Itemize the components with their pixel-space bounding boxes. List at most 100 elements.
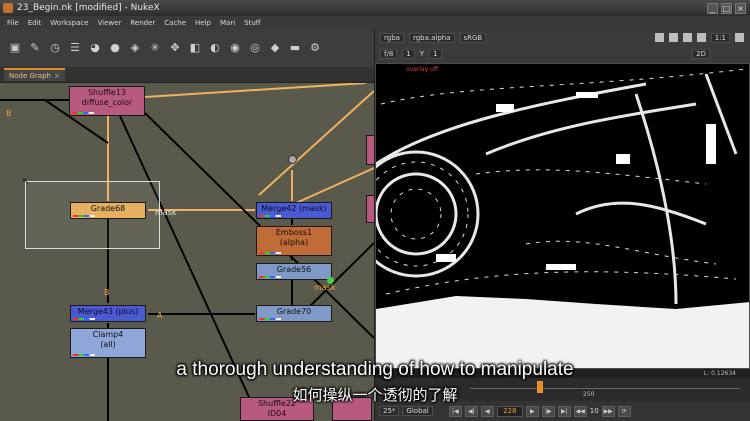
cube-icon[interactable]: ◧ xyxy=(188,41,202,55)
dot-node[interactable] xyxy=(288,155,297,164)
channel-stripe xyxy=(259,318,281,320)
wipe-icon[interactable] xyxy=(654,33,664,42)
channels-select[interactable]: rgba xyxy=(380,32,404,43)
channel-stripe xyxy=(259,276,281,278)
mask-label-2: mask xyxy=(314,283,336,292)
channel-stripe xyxy=(259,252,281,254)
menu-file[interactable]: File xyxy=(7,19,19,27)
next-key-icon[interactable]: |▶ xyxy=(541,405,555,417)
viewer-row-channels: rgba rgba.alpha sRGB 1:1 xyxy=(375,31,750,44)
a-input-label: A xyxy=(157,311,163,320)
viewer-canvas[interactable]: overlay off xyxy=(375,63,750,369)
node-grade70-title: Grade70 xyxy=(276,307,312,316)
node-emboss1-sub: (alpha) xyxy=(279,238,309,247)
rendered-image xyxy=(376,68,749,368)
node-clamp4-title: Clamp4 xyxy=(92,330,124,339)
first-frame-icon[interactable]: |◀ xyxy=(448,405,462,417)
node-clamp4-sub: (all) xyxy=(100,340,116,349)
view-mode-select[interactable]: 2D xyxy=(692,48,710,59)
y-field[interactable]: 1 xyxy=(429,48,442,59)
move-icon[interactable]: ✥ xyxy=(168,41,182,55)
fullscreen-icon[interactable] xyxy=(735,33,744,42)
viewer-header: rgba rgba.alpha sRGB 1:1 f/8 1 Y 1 2D xyxy=(375,29,750,63)
scope-select[interactable]: Global xyxy=(402,406,433,416)
loop-icon[interactable]: ⟳ xyxy=(617,405,631,417)
overlay-status: overlay off xyxy=(406,66,438,73)
colorspace-select[interactable]: sRGB xyxy=(459,32,487,43)
menu-viewer[interactable]: Viewer xyxy=(98,19,122,27)
brush-icon[interactable]: ✎ xyxy=(28,41,42,55)
current-frame-field[interactable]: 228 xyxy=(496,405,523,417)
nuke-logo-icon xyxy=(3,3,13,13)
play-forward-icon[interactable]: ▶ xyxy=(525,405,539,417)
subtitle-chinese: 如何操纵一个透彻的了解 xyxy=(292,386,458,404)
tab-node-graph-label: Node Graph xyxy=(9,71,51,80)
node-offscreen-1[interactable] xyxy=(366,135,374,165)
minimize-button[interactable]: _ xyxy=(707,2,718,14)
menu-cache[interactable]: Cache xyxy=(164,19,186,27)
node-grade56[interactable]: Grade56 xyxy=(256,263,332,280)
palette-icon[interactable]: ◕ xyxy=(88,41,102,55)
alpha-select[interactable]: rgba.alpha xyxy=(408,32,455,43)
node-grade68[interactable]: Grade68 xyxy=(70,202,146,219)
menu-workspace[interactable]: Workspace xyxy=(50,19,88,27)
tag-icon[interactable]: ◆ xyxy=(268,41,282,55)
star-burst-icon[interactable]: ✳ xyxy=(148,41,162,55)
play-back-icon[interactable]: ◀ xyxy=(480,405,494,417)
node-grade56-title: Grade56 xyxy=(276,265,312,274)
close-button[interactable]: × xyxy=(735,2,746,14)
node-shuffle13[interactable]: Shuffle13 diffuse_color xyxy=(69,86,145,116)
eye-icon[interactable]: ◎ xyxy=(248,41,262,55)
folder-icon[interactable]: ▬ xyxy=(288,41,302,55)
channel-stripe xyxy=(73,318,95,320)
menu-edit[interactable]: Edit xyxy=(28,19,42,27)
maximize-button[interactable]: □ xyxy=(721,2,732,14)
circle-icon[interactable]: ● xyxy=(108,41,122,55)
layers-icon[interactable]: ◈ xyxy=(128,41,142,55)
node-clamp4[interactable]: Clamp4 (all) xyxy=(70,328,146,358)
menu-mari[interactable]: Mari xyxy=(220,19,235,27)
menu-help[interactable]: Help xyxy=(195,19,211,27)
mouse-cursor-icon: ↖ xyxy=(22,177,30,187)
pointer-icon[interactable]: ▣ xyxy=(8,41,22,55)
frame-field[interactable]: 1 xyxy=(402,48,415,59)
prev-key-icon[interactable]: ◀| xyxy=(464,405,478,417)
stack-icon[interactable]: ☰ xyxy=(68,41,82,55)
node-merge42[interactable]: Merge42 (mask) xyxy=(256,202,332,219)
node-merge43[interactable]: Merge43 (plus) xyxy=(70,305,146,322)
zoom-select[interactable]: 1:1 xyxy=(710,32,730,43)
close-tab-icon[interactable]: × xyxy=(54,72,60,80)
refresh-icon[interactable] xyxy=(682,33,692,42)
fps-select[interactable]: 25* xyxy=(379,406,400,416)
step-field[interactable]: 10 xyxy=(590,407,599,415)
menu-bar: File Edit Workspace Viewer Render Cache … xyxy=(0,16,750,29)
channel-stripe xyxy=(72,112,94,114)
gear-icon[interactable]: ⚙ xyxy=(308,41,322,55)
node-shuffle13-sub: diffuse_color xyxy=(81,98,133,107)
node-offscreen-2[interactable] xyxy=(366,195,374,223)
menu-render[interactable]: Render xyxy=(130,19,155,27)
subtitle-english: a thorough understanding of how to manip… xyxy=(176,359,574,380)
fstop-select[interactable]: f/8 xyxy=(380,48,398,59)
node-shuffle13-title: Shuffle13 xyxy=(87,88,127,97)
y-label: Y xyxy=(419,49,425,58)
tab-node-graph[interactable]: Node Graph × xyxy=(4,68,65,81)
window-title: 23_Begin.nk [modified] - NukeX xyxy=(17,3,160,13)
menu-stuff[interactable]: Stuff xyxy=(244,19,260,27)
channel-stripe xyxy=(73,354,95,356)
eye-drop-icon[interactable]: ◐ xyxy=(208,41,222,55)
step-forward-icon[interactable]: ▶▶ xyxy=(601,405,615,417)
node-grade70[interactable]: Grade70 xyxy=(256,305,332,322)
disc-icon[interactable]: ◉ xyxy=(228,41,242,55)
step-back-icon[interactable]: ◀◀ xyxy=(573,405,587,417)
node-grade68-title: Grade68 xyxy=(90,204,126,213)
graph-tab-bar: Node Graph × xyxy=(0,67,374,83)
last-frame-icon[interactable]: ▶| xyxy=(557,405,571,417)
node-emboss1[interactable]: Emboss1 (alpha) xyxy=(256,226,332,256)
b-input-label-1: B xyxy=(6,109,12,118)
grid-icon[interactable] xyxy=(668,33,678,42)
lock-icon[interactable] xyxy=(696,33,706,42)
channel-stripe xyxy=(259,215,281,217)
viewer-row-controls: f/8 1 Y 1 2D xyxy=(375,47,750,60)
clock-icon[interactable]: ◷ xyxy=(48,41,62,55)
